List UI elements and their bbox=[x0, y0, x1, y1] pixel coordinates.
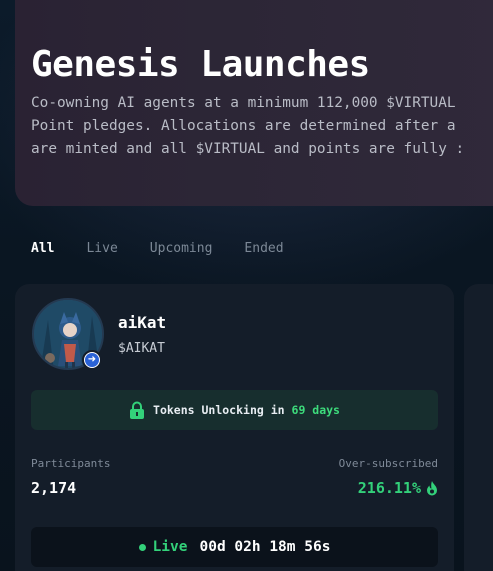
agent-name: aiKat bbox=[118, 313, 167, 332]
unlock-days: 69 days bbox=[291, 403, 340, 417]
tab-ended[interactable]: Ended bbox=[244, 241, 283, 256]
unlock-text: Tokens Unlocking in 69 days bbox=[153, 403, 340, 417]
page-title: Genesis Launches bbox=[31, 44, 370, 85]
tab-upcoming[interactable]: Upcoming bbox=[150, 241, 213, 256]
next-launch-card[interactable] bbox=[464, 284, 493, 571]
oversubscribed-label: Over-subscribed bbox=[338, 457, 438, 470]
hero-description: Co-owning AI agents at a minimum 112,000… bbox=[31, 95, 465, 157]
live-dot-icon bbox=[138, 543, 146, 551]
filter-tabs: All Live Upcoming Ended bbox=[31, 241, 316, 256]
unlock-prefix: Tokens Unlocking in bbox=[153, 403, 285, 417]
arrow-badge-icon: ➜ bbox=[82, 350, 102, 370]
countdown-bar: Live 00d 02h 18m 56s bbox=[31, 527, 438, 567]
tab-live[interactable]: Live bbox=[86, 241, 117, 256]
participants-value: 2,174 bbox=[31, 479, 77, 497]
lock-icon bbox=[130, 401, 145, 419]
oversubscribed-value-row: 216.11% bbox=[358, 479, 438, 497]
agent-ticker: $AIKAT bbox=[118, 341, 165, 356]
participants-label: Participants bbox=[31, 457, 111, 470]
live-label: Live bbox=[152, 539, 188, 555]
hero-banner: Genesis Launches Co-owning AI agents at … bbox=[15, 0, 493, 206]
oversubscribed-value: 216.11% bbox=[357, 479, 421, 497]
live-status: Live bbox=[138, 539, 188, 555]
unlock-banner: Tokens Unlocking in 69 days bbox=[31, 390, 438, 430]
countdown-timer: 00d 02h 18m 56s bbox=[199, 539, 331, 555]
tab-all[interactable]: All bbox=[31, 241, 54, 256]
fire-icon bbox=[427, 480, 437, 495]
launch-card[interactable]: ➜ aiKat $AIKAT Tokens Unlocking in 69 da… bbox=[15, 284, 454, 571]
